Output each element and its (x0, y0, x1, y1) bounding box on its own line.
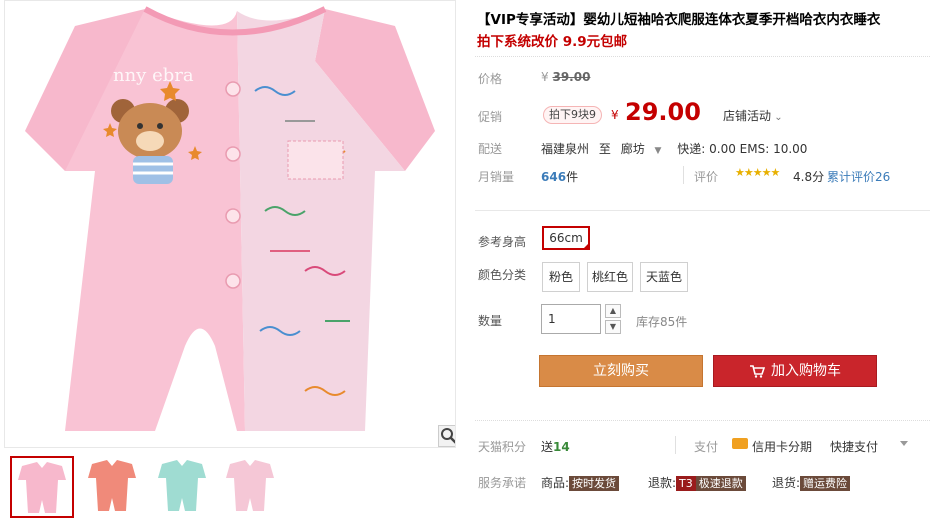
caret-down-icon: ▼ (654, 146, 662, 156)
rating-score: 4.8分 (793, 170, 825, 184)
payment-label: 支付 (694, 440, 719, 454)
product-title: 【VIP专享活动】婴幼儿短袖哈衣爬服连体衣夏季开档哈衣内衣睡衣 (477, 12, 881, 28)
shipping-info: 福建泉州 至 廊坊 ▼ 快递: 0.00 EMS: 10.00 (541, 142, 808, 156)
promo-badge: 拍下9块9 (543, 106, 602, 124)
installment-option[interactable]: 信用卡分期 (752, 438, 812, 455)
zoom-button[interactable] (438, 425, 455, 447)
color-option-peach[interactable]: 桃红色 (587, 262, 633, 292)
shipping-fees: 快递: 0.00 EMS: 10.00 (677, 142, 808, 156)
main-product-image[interactable]: nny ebra (4, 0, 456, 448)
color-label: 颜色分类 (478, 268, 527, 282)
product-gallery: nny ebra (0, 0, 460, 530)
promo-price: 29.00 (625, 98, 701, 126)
service-label: 服务承诺 (478, 476, 527, 490)
divider (475, 420, 930, 421)
service-return-insurance[interactable]: 退货: 赠运费险 (772, 474, 851, 491)
points-value: 送14 (541, 440, 570, 454)
points-label: 天猫积分 (478, 440, 527, 454)
thumbnail-light-pink[interactable] (220, 456, 284, 518)
service-ontime-shipping[interactable]: 商品: 按时发货 (541, 474, 620, 491)
credit-card-icon (732, 438, 748, 449)
divider (475, 210, 930, 211)
quantity-increment-icon[interactable]: ▲ (605, 304, 621, 318)
quantity-input[interactable]: 1 (541, 304, 601, 334)
monthly-sales-label: 月销量 (478, 170, 515, 184)
quantity-decrement-icon[interactable]: ▼ (605, 320, 621, 334)
original-price: ¥ 39.00 (541, 70, 591, 84)
quick-pay-option[interactable]: 快捷支付 (830, 438, 878, 455)
shipping-label: 配送 (478, 142, 503, 156)
buy-now-button[interactable]: 立刻购买 (539, 355, 703, 387)
thumbnail-blue[interactable] (152, 456, 216, 518)
cart-icon (750, 365, 765, 378)
star-rating-icon: ★★★★★ (735, 166, 780, 179)
garment-print-text: nny ebra (113, 65, 194, 86)
onesie-illustration: nny ebra (25, 6, 435, 431)
currency-symbol: ¥ (611, 108, 619, 122)
monthly-sales: 646件 (541, 170, 579, 184)
thumbnail-pink[interactable] (10, 456, 74, 518)
divider (475, 56, 930, 57)
chevron-down-icon: ⌄ (771, 112, 783, 123)
caret-down-icon[interactable] (900, 441, 908, 446)
color-option-sky-blue[interactable]: 天蓝色 (640, 262, 688, 292)
add-to-cart-button[interactable]: 加入购物车 (713, 355, 877, 387)
quantity-label: 数量 (478, 314, 503, 328)
rating-label: 评价 (694, 170, 719, 184)
promo-label: 促销 (478, 110, 503, 124)
height-option-66cm[interactable]: 66cm (542, 226, 590, 250)
service-fast-refund[interactable]: 退款: T3 极速退款 (648, 474, 746, 491)
review-count-link[interactable]: 累计评价26 (827, 168, 890, 185)
divider (675, 436, 676, 454)
ship-from: 福建泉州 (541, 142, 590, 156)
magnifier-icon (441, 428, 455, 444)
thumbnail-peach[interactable] (82, 456, 146, 518)
stock-info: 库存85件 (636, 315, 688, 329)
height-label: 参考身高 (478, 235, 527, 249)
product-info-panel: 【VIP专享活动】婴幼儿短袖哈衣爬服连体衣夏季开档哈衣内衣睡衣 拍下系统改价 9… (475, 0, 930, 530)
price-label: 价格 (478, 72, 503, 86)
divider (683, 166, 684, 184)
ship-destination-select[interactable]: 廊坊 ▼ (621, 142, 668, 156)
shop-activity-dropdown[interactable]: 店铺活动 ⌄ (723, 107, 783, 124)
product-subtitle: 拍下系统改价 9.9元包邮 (477, 34, 628, 50)
color-option-pink[interactable]: 粉色 (542, 262, 580, 292)
